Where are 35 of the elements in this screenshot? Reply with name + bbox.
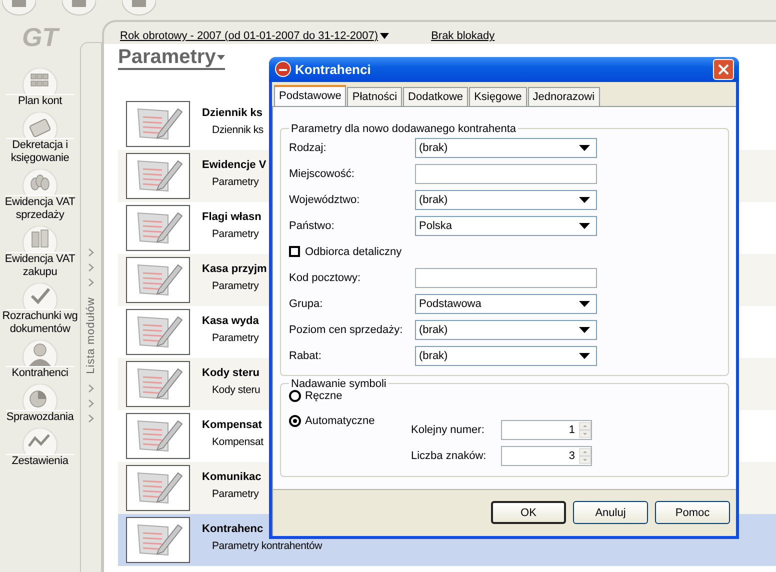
dialog-title: Kontrahenci [295,62,372,77]
item-title: Flagi własn [202,210,262,222]
field-label: Województwo: [289,194,361,206]
item-title: Dziennik ks [202,106,264,118]
item-title: Kontrahenc [202,522,264,534]
logo: GT [22,22,58,52]
item-description: Kody steru [211,384,260,396]
field-label: Kod pocztowy: [289,272,362,284]
item-description: Parametry [211,280,260,292]
item-title: Kody steru [202,366,260,378]
field-label: Grupa: [289,298,324,310]
item-description: Dziennik ks [211,124,264,136]
item-description: Parametry kontrahentów [211,540,322,552]
field-label: Kolejny numer: [411,424,486,436]
radio-label: Ręczne [305,390,342,402]
item-description: Parametry [211,228,260,240]
checkbox-label: Odbiorca detaliczny [305,246,402,258]
item-title: Kasa wyda [202,314,259,326]
field-label: Poziom cen sprzedaży: [289,324,404,336]
item-description: Kompensat [211,436,264,448]
field-label: Liczba znaków: [411,450,488,462]
item-description: Parametry [211,332,259,344]
item-description: Parametry [211,176,260,188]
field-label: Rodzaj: [289,142,328,154]
item-title: Kasa przyjm [202,262,267,274]
field-label: Państwo: [289,220,336,232]
radio-label: Automatyczne [305,414,375,427]
field-label: Miejscowość: [289,168,356,180]
item-title: Kompensat [202,418,263,430]
item-title: Komunikac [202,470,262,482]
group-title: Nadawanie symboli [290,378,388,390]
group-title: Parametry dla nowo dodawanego kontrahenta [290,122,518,135]
field-label: Rabat: [289,350,322,362]
item-description: Parametry [211,488,260,500]
item-title: Ewidencje V [202,158,266,170]
